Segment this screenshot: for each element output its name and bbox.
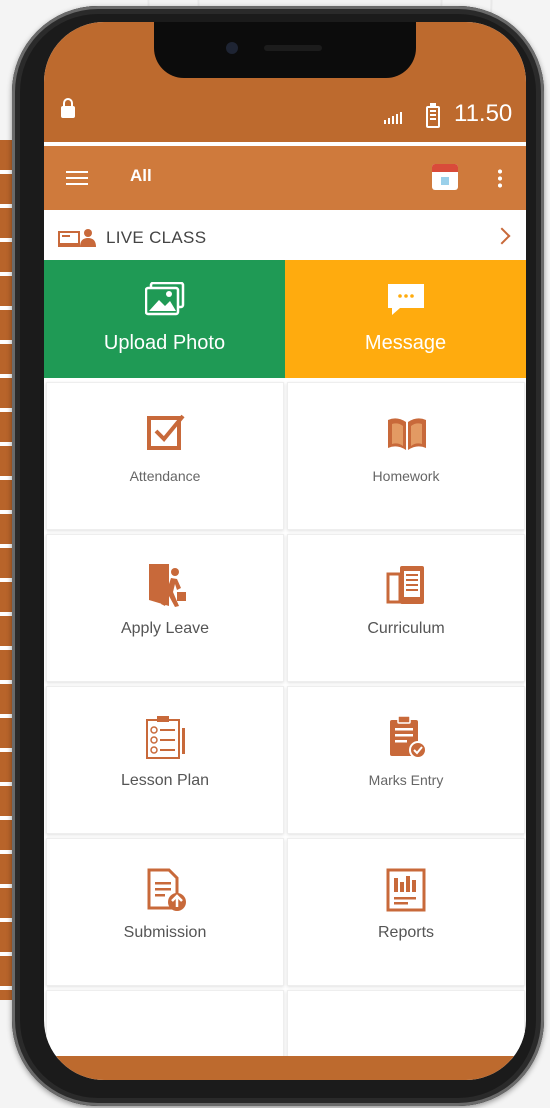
- tile-curriculum[interactable]: Curriculum: [287, 534, 525, 682]
- tile-label: Lesson Plan: [120, 772, 210, 789]
- tile-marks-entry[interactable]: Marks Entry: [287, 686, 525, 834]
- phone-notch: [154, 22, 416, 78]
- exit-door-icon: [149, 564, 186, 607]
- tile-label: Marks Entry: [368, 772, 444, 788]
- live-class-row[interactable]: LIVE CLASS: [44, 216, 526, 261]
- tile-label: Homework: [372, 468, 440, 484]
- checkbox-icon: [147, 414, 185, 450]
- message-label: Message: [364, 332, 447, 354]
- tile-homework[interactable]: Homework: [287, 382, 525, 530]
- upload-photo-button[interactable]: Upload Photo: [44, 260, 285, 378]
- camera: [226, 42, 238, 54]
- clipboard-check-icon: [390, 715, 427, 759]
- tile-apply-leave[interactable]: Apply Leave: [46, 534, 284, 682]
- more-options-icon[interactable]: [498, 168, 502, 188]
- tile-label: Reports: [377, 924, 435, 941]
- tile-attendance[interactable]: Attendance: [46, 382, 284, 530]
- report-chart-icon: [386, 868, 426, 912]
- ebook-icon: [386, 566, 424, 604]
- tile-reports[interactable]: Reports: [287, 838, 525, 986]
- tile-label: Attendance: [129, 468, 201, 484]
- bottom-bar: [44, 1056, 526, 1080]
- hamburger-menu-icon[interactable]: [66, 171, 88, 185]
- chat-icon: [388, 284, 424, 315]
- tile-submission[interactable]: Submission: [46, 838, 284, 986]
- toolbar-title[interactable]: All: [130, 166, 152, 186]
- calendar-icon[interactable]: [432, 164, 458, 190]
- signal-icon: [384, 112, 402, 124]
- lock-icon: [61, 98, 75, 118]
- message-button[interactable]: Message: [285, 260, 526, 378]
- image-icon: [145, 282, 185, 316]
- live-class-label: LIVE CLASS: [106, 228, 207, 247]
- speaker: [264, 45, 322, 51]
- upload-photo-label: Upload Photo: [103, 332, 226, 354]
- tile-label: Submission: [123, 924, 207, 941]
- battery-icon: [426, 103, 440, 128]
- checklist-icon: [146, 716, 185, 759]
- book-icon: [388, 418, 426, 450]
- status-time: 11.50: [454, 100, 513, 127]
- live-class-icon: [58, 229, 96, 247]
- tile-label: Apply Leave: [120, 620, 210, 637]
- tile-lesson-plan[interactable]: Lesson Plan: [46, 686, 284, 834]
- chevron-right-icon: [493, 227, 511, 245]
- app-toolbar: All: [44, 146, 526, 210]
- phone-screen: 11.50 All LIVE CLASS Upload Photo Messag…: [44, 22, 526, 1080]
- tile-label: Curriculum: [367, 620, 445, 637]
- tile-empty: [287, 990, 525, 1060]
- document-upload-icon: [147, 868, 186, 911]
- tile-empty: [46, 990, 284, 1060]
